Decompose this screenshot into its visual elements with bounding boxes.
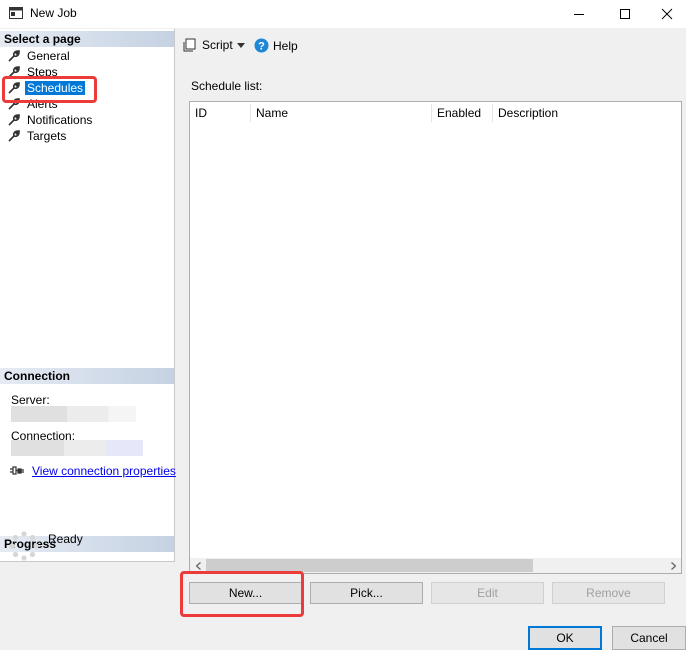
sidebar-item-general[interactable]: General [8,48,72,64]
title-bar: New Job [0,0,686,28]
wrench-icon [8,130,20,142]
column-header-id[interactable]: ID [195,106,207,120]
edit-schedule-button[interactable]: Edit [431,582,544,604]
scrollbar-thumb[interactable] [206,559,533,572]
progress-spinner-icon [9,531,39,561]
column-separator [431,104,432,122]
sidebar: Select a page General Steps Schedules Al… [0,29,176,562]
chevron-left-icon [195,561,201,570]
connection-plug-icon [10,466,24,475]
script-button[interactable]: Script [183,38,233,52]
schedule-list-label: Schedule list: [191,79,263,93]
window-title: New Job [30,6,77,20]
column-header-enabled[interactable]: Enabled [437,106,481,120]
script-label: Script [202,38,233,52]
sidebar-item-steps[interactable]: Steps [8,64,60,80]
column-header-description[interactable]: Description [498,106,558,120]
column-separator [492,104,493,122]
scroll-left-button[interactable] [190,558,206,573]
view-connection-properties-link[interactable]: View connection properties [32,464,176,478]
help-icon: ? [254,38,269,53]
scroll-right-button[interactable] [665,558,681,573]
sidebar-item-label: Alerts [27,97,58,111]
pick-schedule-button[interactable]: Pick... [310,582,423,604]
maximize-button[interactable] [602,0,648,28]
connection-value-redacted [11,440,143,456]
close-button[interactable] [648,0,686,28]
toolbar: Script ? Help [176,29,686,63]
wrench-icon [8,66,20,78]
sidebar-item-alerts[interactable]: Alerts [8,96,60,112]
connection-header: Connection [0,368,174,384]
sidebar-item-label: Steps [27,65,58,79]
progress-status: Ready [48,532,83,546]
sidebar-item-label: Targets [27,129,67,143]
svg-text:?: ? [258,41,265,53]
close-icon [661,8,673,20]
sidebar-item-label: Notifications [27,113,93,127]
select-page-header: Select a page [0,31,174,47]
wrench-icon [8,98,20,110]
sidebar-item-notifications[interactable]: Notifications [8,112,94,128]
horizontal-scrollbar[interactable] [190,558,681,573]
sidebar-item-schedules[interactable]: Schedules [8,80,86,96]
script-dropdown-button[interactable] [237,43,245,48]
script-icon [183,38,196,52]
sidebar-item-label: Schedules [25,81,86,95]
cancel-button[interactable]: Cancel [612,626,686,650]
column-header-name[interactable]: Name [256,106,288,120]
chevron-right-icon [670,561,676,570]
help-label: Help [273,38,298,53]
wrench-icon [8,82,20,94]
server-label: Server: [11,393,50,407]
new-schedule-button[interactable]: New... [189,582,302,604]
chevron-down-icon [237,43,245,48]
sidebar-item-label: General [27,49,70,63]
minimize-icon [574,14,584,15]
ok-button[interactable]: OK [528,626,602,650]
maximize-icon [620,9,630,19]
wrench-icon [8,114,20,126]
column-separator [250,104,251,122]
help-button[interactable]: ? Help [254,38,298,53]
server-value-redacted [11,406,136,422]
remove-schedule-button[interactable]: Remove [552,582,665,604]
minimize-button[interactable] [556,0,602,28]
sidebar-item-targets[interactable]: Targets [8,128,68,144]
wrench-icon [8,50,20,62]
window-app-icon [9,7,23,19]
schedule-list[interactable]: ID Name Enabled Description [189,101,682,574]
